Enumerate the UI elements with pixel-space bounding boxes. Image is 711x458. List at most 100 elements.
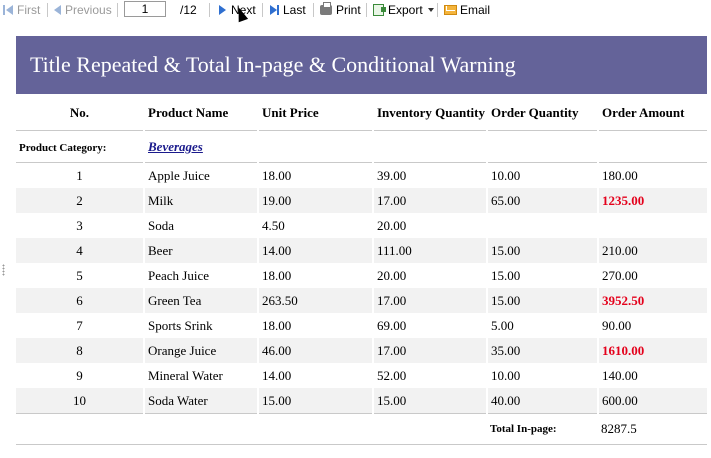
cell-amount: 210.00 xyxy=(598,238,707,263)
cell-inventory: 15.00 xyxy=(373,388,488,414)
cell-name: Soda xyxy=(144,213,259,238)
cell-no: 1 xyxy=(16,162,145,188)
empty-cell xyxy=(258,413,373,445)
cell-order-qty: 10.00 xyxy=(487,363,599,388)
empty-cell xyxy=(487,130,599,163)
export-button[interactable]: Export xyxy=(373,2,434,18)
previous-page-button[interactable]: Previous xyxy=(54,2,112,18)
cell-name: Green Tea xyxy=(144,288,259,313)
last-page-arrow-icon xyxy=(270,5,277,15)
cell-inventory: 20.00 xyxy=(373,213,488,238)
empty-cell xyxy=(144,413,258,445)
empty-cell xyxy=(373,413,487,445)
page-total: /12 xyxy=(180,3,197,17)
cell-no: 10 xyxy=(16,388,145,414)
cell-no: 6 xyxy=(16,288,145,313)
column-header: Order Quantity xyxy=(487,96,599,131)
last-page-button[interactable]: Last xyxy=(270,2,306,18)
printer-icon xyxy=(320,2,332,15)
cell-price: 14.00 xyxy=(258,238,374,263)
cell-price: 46.00 xyxy=(258,338,374,363)
cell-no: 8 xyxy=(16,338,145,363)
cell-no: 3 xyxy=(16,213,145,238)
cell-name: Apple Juice xyxy=(144,162,259,188)
table-row: 5 Peach Juice 18.00 20.00 15.00 270.00 xyxy=(16,263,707,288)
cell-order-qty: 10.00 xyxy=(487,162,599,188)
table-row: 10 Soda Water 15.00 15.00 40.00 600.00 xyxy=(16,388,707,414)
cell-amount: 140.00 xyxy=(602,367,638,383)
cell-inventory: 111.00 xyxy=(373,238,488,263)
cell-name: Mineral Water xyxy=(144,363,259,388)
toolbar-divider xyxy=(366,3,367,17)
cell-no: 7 xyxy=(16,313,145,338)
chevron-down-icon xyxy=(427,8,434,12)
toolbar-divider xyxy=(313,3,314,17)
cell-inventory: 52.00 xyxy=(373,363,488,388)
print-button[interactable]: Print xyxy=(320,2,361,18)
category-label: Product Category: xyxy=(16,130,145,163)
email-button[interactable]: Email xyxy=(444,2,490,18)
cell-price: 15.00 xyxy=(258,388,374,414)
empty-cell xyxy=(373,130,488,163)
cell-order-qty: 15.00 xyxy=(487,288,599,313)
email-icon xyxy=(444,5,457,15)
first-page-icon xyxy=(3,5,5,15)
page-number-input[interactable] xyxy=(124,1,166,17)
cell-price: 14.00 xyxy=(258,363,374,388)
next-page-icon xyxy=(219,5,226,15)
total-row: Total In-page: 8287.5 xyxy=(16,413,707,445)
cell-price: 18.00 xyxy=(258,263,374,288)
cell-no: 2 xyxy=(16,188,145,213)
category-row: Product Category: Beverages xyxy=(16,130,707,163)
drag-handle-icon[interactable] xyxy=(2,264,5,276)
cell-order-qty: 35.00 xyxy=(487,338,599,363)
category-link[interactable]: Beverages xyxy=(148,139,203,154)
toolbar-divider xyxy=(262,3,263,17)
cell-name: Sports Srink xyxy=(144,313,259,338)
cell-price: 18.00 xyxy=(258,313,374,338)
cell-order-qty: 65.00 xyxy=(487,188,599,213)
cell-no: 9 xyxy=(16,363,145,388)
cell-amount: 3952.50 xyxy=(598,288,707,313)
first-page-button[interactable]: First xyxy=(3,2,40,18)
cell-amount: 90.00 xyxy=(602,317,632,333)
column-header: No. xyxy=(16,96,145,131)
cell-name: Milk xyxy=(144,188,259,213)
table-row: 1 Apple Juice 18.00 39.00 10.00 180.00 xyxy=(16,162,707,188)
cell-amount: 270.00 xyxy=(602,267,638,283)
cell-no: 4 xyxy=(16,238,145,263)
table-row: 9 Mineral Water 14.00 52.00 10.00 140.00 xyxy=(16,363,707,388)
cell-order-qty: 5.00 xyxy=(487,313,599,338)
cell-amount: 1610.00 xyxy=(598,338,707,363)
toolbar-divider xyxy=(209,3,210,17)
column-header: Product Name xyxy=(144,96,259,131)
table-row: 8 Orange Juice 46.00 17.00 35.00 1610.00 xyxy=(16,338,707,363)
cell-name: Peach Juice xyxy=(144,263,259,288)
report-title: Title Repeated & Total In-page & Conditi… xyxy=(16,36,707,94)
report-table: No. Product Name Unit Price Inventory Qu… xyxy=(16,96,707,445)
column-header: Unit Price xyxy=(258,96,374,131)
cell-inventory: 39.00 xyxy=(373,162,488,188)
table-row: 7 Sports Srink 18.00 69.00 5.00 90.00 xyxy=(16,313,707,338)
cell-name: Soda Water xyxy=(144,388,259,414)
previous-page-icon xyxy=(54,5,61,15)
cell-price: 19.00 xyxy=(258,188,374,213)
cell-order-qty xyxy=(487,213,599,238)
table-row: 6 Green Tea 263.50 17.00 15.00 3952.50 xyxy=(16,288,707,313)
cell-order-qty: 40.00 xyxy=(487,388,599,414)
cell-price: 18.00 xyxy=(258,162,374,188)
cell-amount: 180.00 xyxy=(602,167,638,183)
cell-name: Orange Juice xyxy=(144,338,259,363)
cell-inventory: 17.00 xyxy=(373,288,488,313)
cell-amount: 1235.00 xyxy=(598,188,707,213)
table-row: 2 Milk 19.00 17.00 65.00 1235.00 xyxy=(16,188,707,213)
empty-cell xyxy=(16,413,144,445)
cell-order-qty: 15.00 xyxy=(487,238,599,263)
column-header: Order Amount xyxy=(598,96,707,131)
table-header-row: No. Product Name Unit Price Inventory Qu… xyxy=(16,96,707,131)
cell-inventory: 69.00 xyxy=(373,313,488,338)
cell-price: 4.50 xyxy=(258,213,374,238)
cell-inventory: 17.00 xyxy=(373,338,488,363)
toolbar-divider xyxy=(117,3,118,17)
cell-price: 263.50 xyxy=(258,288,374,313)
